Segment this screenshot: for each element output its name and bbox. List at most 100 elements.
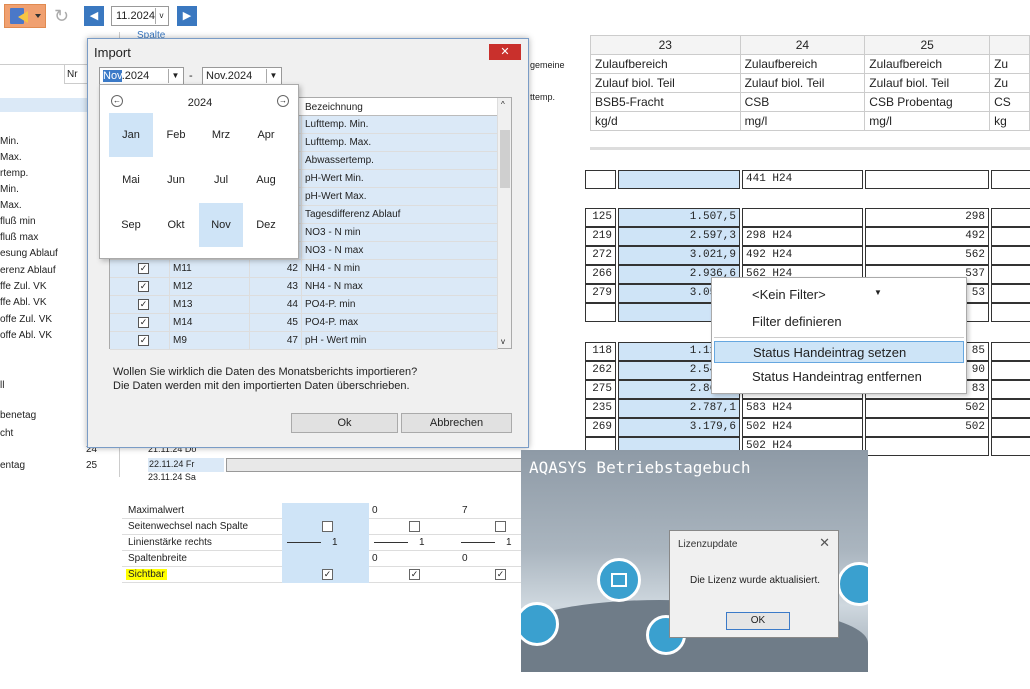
grid-cell[interactable]: 2.597,3: [618, 227, 740, 246]
month-apr[interactable]: Apr: [244, 113, 288, 157]
menu-item-define-filter[interactable]: Filter definieren: [714, 311, 964, 333]
grid-cell[interactable]: 492 H24: [742, 246, 863, 265]
grid-cell[interactable]: 262: [585, 361, 616, 380]
month-dez[interactable]: Dez: [244, 203, 288, 247]
grid-cell[interactable]: [991, 303, 1030, 322]
checkbox[interactable]: [322, 521, 333, 532]
to-date-select[interactable]: Nov.2024 ▼: [202, 67, 282, 85]
grid-cell[interactable]: 266: [585, 265, 616, 284]
next-year-button[interactable]: →: [277, 95, 289, 107]
refresh-icon[interactable]: ↻: [54, 6, 74, 26]
grid-cell[interactable]: [865, 170, 989, 189]
grid-cell[interactable]: [585, 303, 616, 322]
license-dialog-title: Lizenzupdate: [678, 539, 738, 550]
month-aug[interactable]: Aug: [244, 158, 288, 202]
grid-cell[interactable]: [991, 361, 1030, 380]
checkbox[interactable]: ✓: [138, 335, 149, 346]
scroll-down-icon[interactable]: v: [501, 337, 505, 346]
grid-cell[interactable]: [991, 380, 1030, 399]
grid-cell[interactable]: 275: [585, 380, 616, 399]
grid-cell[interactable]: 562: [865, 246, 989, 265]
month-okt[interactable]: Okt: [154, 203, 198, 247]
list-item[interactable]: ✓ M13 44 PO4-P. min: [110, 296, 498, 314]
checkbox[interactable]: ✓: [138, 281, 149, 292]
grid-cell[interactable]: 3.021,9: [618, 246, 740, 265]
grid-cell[interactable]: [991, 437, 1030, 456]
grid-cell[interactable]: 583 H24: [742, 399, 863, 418]
from-date-select[interactable]: Nov.2024 ▼: [99, 67, 184, 85]
grid-cell[interactable]: [618, 170, 740, 189]
grid-cell[interactable]: [585, 170, 616, 189]
next-month-button[interactable]: ▶: [177, 6, 197, 26]
month-mrz[interactable]: Mrz: [199, 113, 243, 157]
parameter-label: esung Ablauf: [0, 248, 58, 259]
grid-cell[interactable]: [991, 246, 1030, 265]
prev-month-button[interactable]: ◀: [84, 6, 104, 26]
list-name: Tagesdifferenz Ablauf: [302, 206, 498, 224]
list-nr: 45: [250, 314, 302, 332]
checkbox[interactable]: ✓: [138, 299, 149, 310]
checkbox[interactable]: ✓: [322, 569, 333, 580]
grid-cell[interactable]: 298: [865, 208, 989, 227]
checkbox[interactable]: [495, 521, 506, 532]
month-jul[interactable]: Jul: [199, 158, 243, 202]
grid-cell[interactable]: 441 H24: [742, 170, 863, 189]
grid-cell[interactable]: 502 H24: [742, 418, 863, 437]
close-icon[interactable]: ✕: [819, 535, 830, 551]
menu-item-remove-manual-status[interactable]: Status Handeintrag entfernen: [714, 366, 964, 388]
grid-cell[interactable]: 219: [585, 227, 616, 246]
scroll-up-icon[interactable]: ^: [501, 100, 505, 109]
checkbox[interactable]: ✓: [409, 569, 420, 580]
grid-cell[interactable]: 502: [865, 418, 989, 437]
grid-cell[interactable]: 118: [585, 342, 616, 361]
grid-cell[interactable]: 3.179,6: [618, 418, 740, 437]
grid-cell[interactable]: [991, 399, 1030, 418]
grid-cell[interactable]: [991, 342, 1030, 361]
month-select[interactable]: 11.2024 v: [111, 6, 169, 26]
cancel-button[interactable]: Abbrechen: [401, 413, 512, 433]
checkbox[interactable]: ✓: [495, 569, 506, 580]
checkbox[interactable]: [409, 521, 420, 532]
ok-button[interactable]: Ok: [291, 413, 398, 433]
grid-cell[interactable]: 272: [585, 246, 616, 265]
grid-cell[interactable]: 1.507,5: [618, 208, 740, 227]
month-jun[interactable]: Jun: [154, 158, 198, 202]
list-item[interactable]: ✓ M14 45 PO4-P. max: [110, 314, 498, 332]
grid-cell[interactable]: 298 H24: [742, 227, 863, 246]
grid-cell[interactable]: 502: [865, 399, 989, 418]
grid-cell[interactable]: [991, 284, 1030, 303]
month-mai[interactable]: Mai: [109, 158, 153, 202]
import-dropdown-button[interactable]: [4, 4, 46, 28]
grid-cell[interactable]: [991, 418, 1030, 437]
parameter-label: benetag: [0, 410, 37, 421]
list-item[interactable]: ✓ M12 43 NH4 - N max: [110, 278, 498, 296]
grid-cell[interactable]: 492: [865, 227, 989, 246]
header-cell: CS: [989, 92, 1030, 112]
checkbox[interactable]: ✓: [138, 263, 149, 274]
month-sep[interactable]: Sep: [109, 203, 153, 247]
grid-cell[interactable]: [865, 437, 989, 456]
checkbox[interactable]: ✓: [138, 317, 149, 328]
grid-cell[interactable]: [742, 208, 863, 227]
nr-value: 25: [86, 460, 98, 471]
month-jan[interactable]: Jan: [109, 113, 153, 157]
grid-cell[interactable]: [991, 265, 1030, 284]
grid-cell[interactable]: 269: [585, 418, 616, 437]
grid-cell[interactable]: 125: [585, 208, 616, 227]
license-ok-button[interactable]: OK: [726, 612, 790, 630]
menu-item-set-manual-status[interactable]: Status Handeintrag setzen: [714, 341, 964, 363]
grid-cell[interactable]: 235: [585, 399, 616, 418]
vertical-scrollbar[interactable]: ^ v: [497, 98, 511, 348]
grid-cell[interactable]: 279: [585, 284, 616, 303]
menu-item-no-filter[interactable]: <Kein Filter> ▼: [714, 284, 964, 306]
close-button[interactable]: ✕: [489, 44, 521, 60]
list-item[interactable]: ✓ M11 42 NH4 - N min: [110, 260, 498, 278]
grid-cell[interactable]: [991, 170, 1030, 189]
scroll-thumb[interactable]: [500, 130, 510, 188]
month-feb[interactable]: Feb: [154, 113, 198, 157]
list-item[interactable]: ✓ M9 47 pH - Wert min: [110, 332, 498, 350]
grid-cell[interactable]: 2.787,1: [618, 399, 740, 418]
month-nov[interactable]: Nov: [199, 203, 243, 247]
grid-cell[interactable]: [991, 208, 1030, 227]
grid-cell[interactable]: [991, 227, 1030, 246]
